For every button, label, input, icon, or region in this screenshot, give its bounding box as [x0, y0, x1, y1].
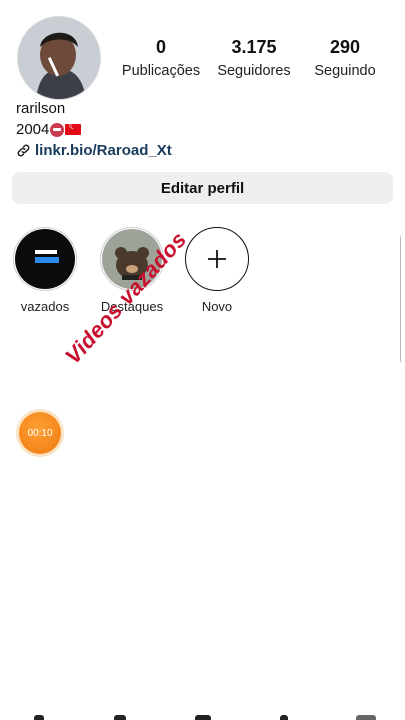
search-icon[interactable]	[114, 715, 126, 720]
edge-panel-handle[interactable]	[400, 235, 405, 363]
highlight-new[interactable]: Novo	[184, 227, 250, 314]
new-highlight-button[interactable]	[185, 227, 249, 291]
profile-tab-avatar[interactable]	[356, 715, 376, 720]
stat-label: Seguidores	[217, 63, 291, 79]
home-icon[interactable]	[34, 715, 44, 720]
bio-text: 2004	[16, 121, 50, 138]
profile-username: rarilson	[16, 100, 66, 117]
profile-bio: 2004	[16, 121, 82, 138]
bottom-navigation-bar	[0, 711, 405, 720]
highlight-vazados[interactable]: vazados	[12, 227, 78, 314]
stat-following[interactable]: 290 Seguindo	[297, 36, 393, 81]
highlight-ring	[13, 227, 77, 291]
profile-link[interactable]: linkr.bio/Raroad_Xt	[16, 142, 172, 159]
stat-label: Seguindo	[314, 63, 376, 79]
link-icon	[17, 144, 30, 157]
stat-value: 290	[329, 37, 361, 57]
recording-timer[interactable]: 00:10	[19, 412, 61, 454]
turkey-flag-icon	[65, 121, 82, 135]
reels-icon[interactable]	[280, 715, 288, 720]
plus-icon	[208, 250, 226, 268]
stat-publications[interactable]: 0 Publicações	[113, 36, 209, 81]
stat-value: 3.175	[231, 37, 277, 57]
create-icon[interactable]	[195, 715, 211, 720]
stat-followers[interactable]: 3.175 Seguidores	[206, 36, 302, 81]
skull-emoji-icon	[50, 122, 65, 137]
highlight-label: vazados	[20, 299, 70, 314]
highlight-label: Novo	[201, 299, 233, 314]
link-text: linkr.bio/Raroad_Xt	[35, 142, 172, 159]
highlight-thumbnail	[15, 229, 75, 289]
stat-label: Publicações	[121, 63, 201, 79]
profile-avatar[interactable]	[17, 16, 101, 100]
edit-profile-button[interactable]: Editar perfil	[12, 172, 393, 204]
stat-value: 0	[155, 37, 166, 57]
